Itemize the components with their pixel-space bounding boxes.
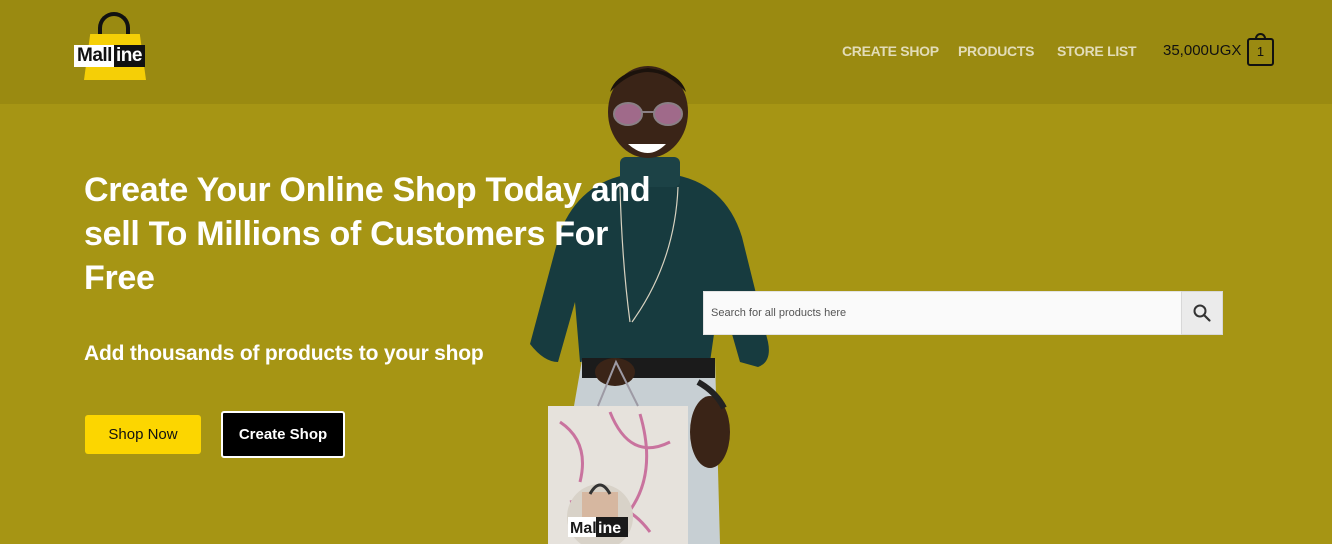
- hero-title: Create Your Online Shop Today and sell T…: [84, 171, 651, 297]
- search-button[interactable]: [1181, 291, 1223, 335]
- shop-now-button[interactable]: Shop Now: [85, 415, 201, 454]
- site-logo[interactable]: Mall ine: [74, 12, 158, 84]
- logo-wordmark: Mall ine: [74, 45, 145, 67]
- cart-count: 1: [1256, 44, 1265, 59]
- search-input[interactable]: [703, 291, 1181, 335]
- hero-subtitle: Add thousands of products to your shop: [84, 342, 484, 365]
- logo-text-part1: Mall: [74, 45, 114, 67]
- product-search: [703, 291, 1223, 335]
- nav-create-shop[interactable]: CREATE SHOP: [842, 42, 939, 60]
- nav-store-list[interactable]: STORE LIST: [1057, 42, 1137, 60]
- photo-bag-logo-part1: Mall: [570, 520, 601, 537]
- logo-text-part2: ine: [113, 45, 145, 67]
- nav-products[interactable]: PRODUCTS: [958, 42, 1034, 60]
- create-shop-button[interactable]: Create Shop: [221, 411, 345, 458]
- search-icon: [1193, 304, 1211, 322]
- photo-bag-logo-part2: ine: [598, 520, 621, 537]
- cart-total[interactable]: 35,000UGX: [1163, 42, 1241, 60]
- cart-bag-icon[interactable]: 1: [1247, 33, 1274, 66]
